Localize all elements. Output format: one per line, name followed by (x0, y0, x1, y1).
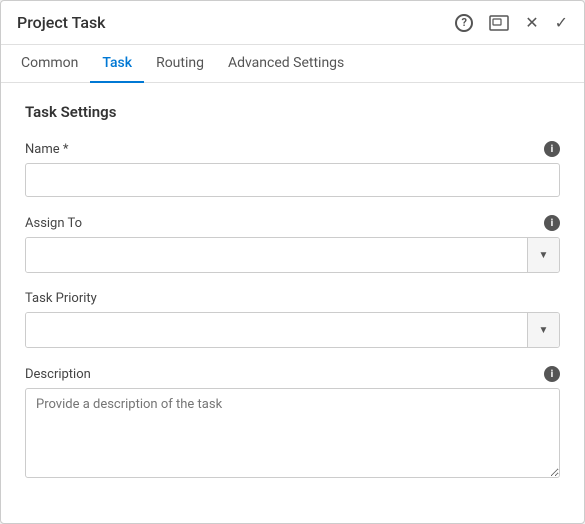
tab-task[interactable]: Task (90, 45, 144, 83)
assign-to-info-icon[interactable]: i (544, 215, 560, 231)
description-label: Description (25, 367, 91, 382)
name-form-group: Name * i (25, 141, 560, 197)
name-label: Name * (25, 142, 68, 157)
description-info-icon[interactable]: i (544, 366, 560, 382)
assign-to-input[interactable] (26, 238, 527, 272)
header-icons: ? ✕ ✓ (455, 14, 568, 32)
tab-common[interactable]: Common (17, 45, 90, 83)
assign-to-chevron-icon: ▼ (539, 250, 549, 261)
task-priority-form-group: Task Priority ▼ (25, 291, 560, 348)
task-priority-input-wrapper: ▼ (25, 312, 560, 348)
help-icon[interactable]: ? (455, 14, 473, 32)
assign-to-input-wrapper: ▼ (25, 237, 560, 273)
tab-routing[interactable]: Routing (144, 45, 216, 83)
task-priority-label-row: Task Priority (25, 291, 560, 306)
name-info-icon[interactable]: i (544, 141, 560, 157)
close-icon[interactable]: ✕ (525, 15, 538, 31)
project-task-dialog: Project Task ? ✕ ✓ Common Task Routing A… (0, 0, 585, 524)
description-label-row: Description i (25, 366, 560, 382)
assign-to-label-row: Assign To i (25, 215, 560, 231)
section-title: Task Settings (25, 103, 560, 121)
name-input[interactable] (25, 163, 560, 197)
task-priority-dropdown-button[interactable]: ▼ (527, 313, 559, 347)
nav-tabs: Common Task Routing Advanced Settings (1, 45, 584, 83)
description-textarea[interactable] (25, 388, 560, 478)
dialog-header: Project Task ? ✕ ✓ (1, 1, 584, 45)
task-priority-label: Task Priority (25, 291, 97, 306)
screenshot-icon[interactable] (489, 15, 509, 31)
name-label-row: Name * i (25, 141, 560, 157)
assign-to-form-group: Assign To i ▼ (25, 215, 560, 273)
task-priority-input[interactable] (26, 313, 527, 347)
dialog-title: Project Task (17, 13, 106, 32)
task-priority-chevron-icon: ▼ (539, 325, 549, 336)
confirm-icon[interactable]: ✓ (555, 15, 568, 31)
assign-to-dropdown-button[interactable]: ▼ (527, 238, 559, 272)
assign-to-label: Assign To (25, 216, 82, 231)
tab-advanced-settings[interactable]: Advanced Settings (216, 45, 356, 83)
description-form-group: Description i (25, 366, 560, 482)
dialog-body: Task Settings Name * i Assign To i ▼ (1, 83, 584, 523)
